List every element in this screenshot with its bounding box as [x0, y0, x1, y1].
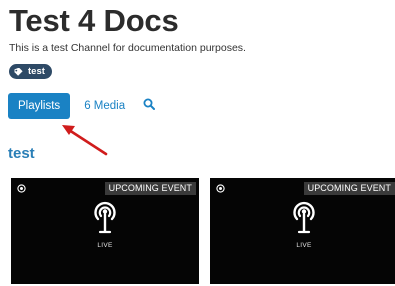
- live-indicator: LIVE: [11, 200, 199, 250]
- tab-playlists[interactable]: Playlists: [8, 93, 71, 119]
- annotation-arrow: [62, 125, 108, 156]
- record-icon: [213, 181, 227, 195]
- channel-tabs: Playlists 6 Media: [8, 93, 159, 119]
- live-label: LIVE: [97, 242, 113, 249]
- channel-page: Test 4 Docs This is a test Channel for d…: [0, 0, 395, 286]
- channel-title: Test 4 Docs: [9, 3, 179, 38]
- tag-label: test: [28, 66, 45, 77]
- media-card[interactable]: UPCOMING EVENT LIVE: [210, 178, 395, 284]
- tag-badge[interactable]: test: [9, 64, 52, 79]
- tab-media[interactable]: 6 Media: [84, 93, 125, 119]
- playlist-heading[interactable]: test: [8, 145, 35, 163]
- channel-description: This is a test Channel for documentation…: [9, 42, 246, 54]
- media-card[interactable]: UPCOMING EVENT LIVE: [11, 178, 199, 284]
- status-badge: UPCOMING EVENT: [104, 182, 196, 195]
- status-badge: UPCOMING EVENT: [303, 182, 395, 195]
- tag-icon: [14, 67, 24, 76]
- live-indicator: LIVE: [210, 200, 395, 250]
- live-broadcast-icon: [94, 201, 116, 234]
- live-label: LIVE: [296, 242, 312, 249]
- search-icon: [143, 97, 156, 115]
- live-broadcast-icon: [293, 201, 315, 234]
- search-button[interactable]: [143, 93, 159, 119]
- record-icon: [14, 181, 28, 195]
